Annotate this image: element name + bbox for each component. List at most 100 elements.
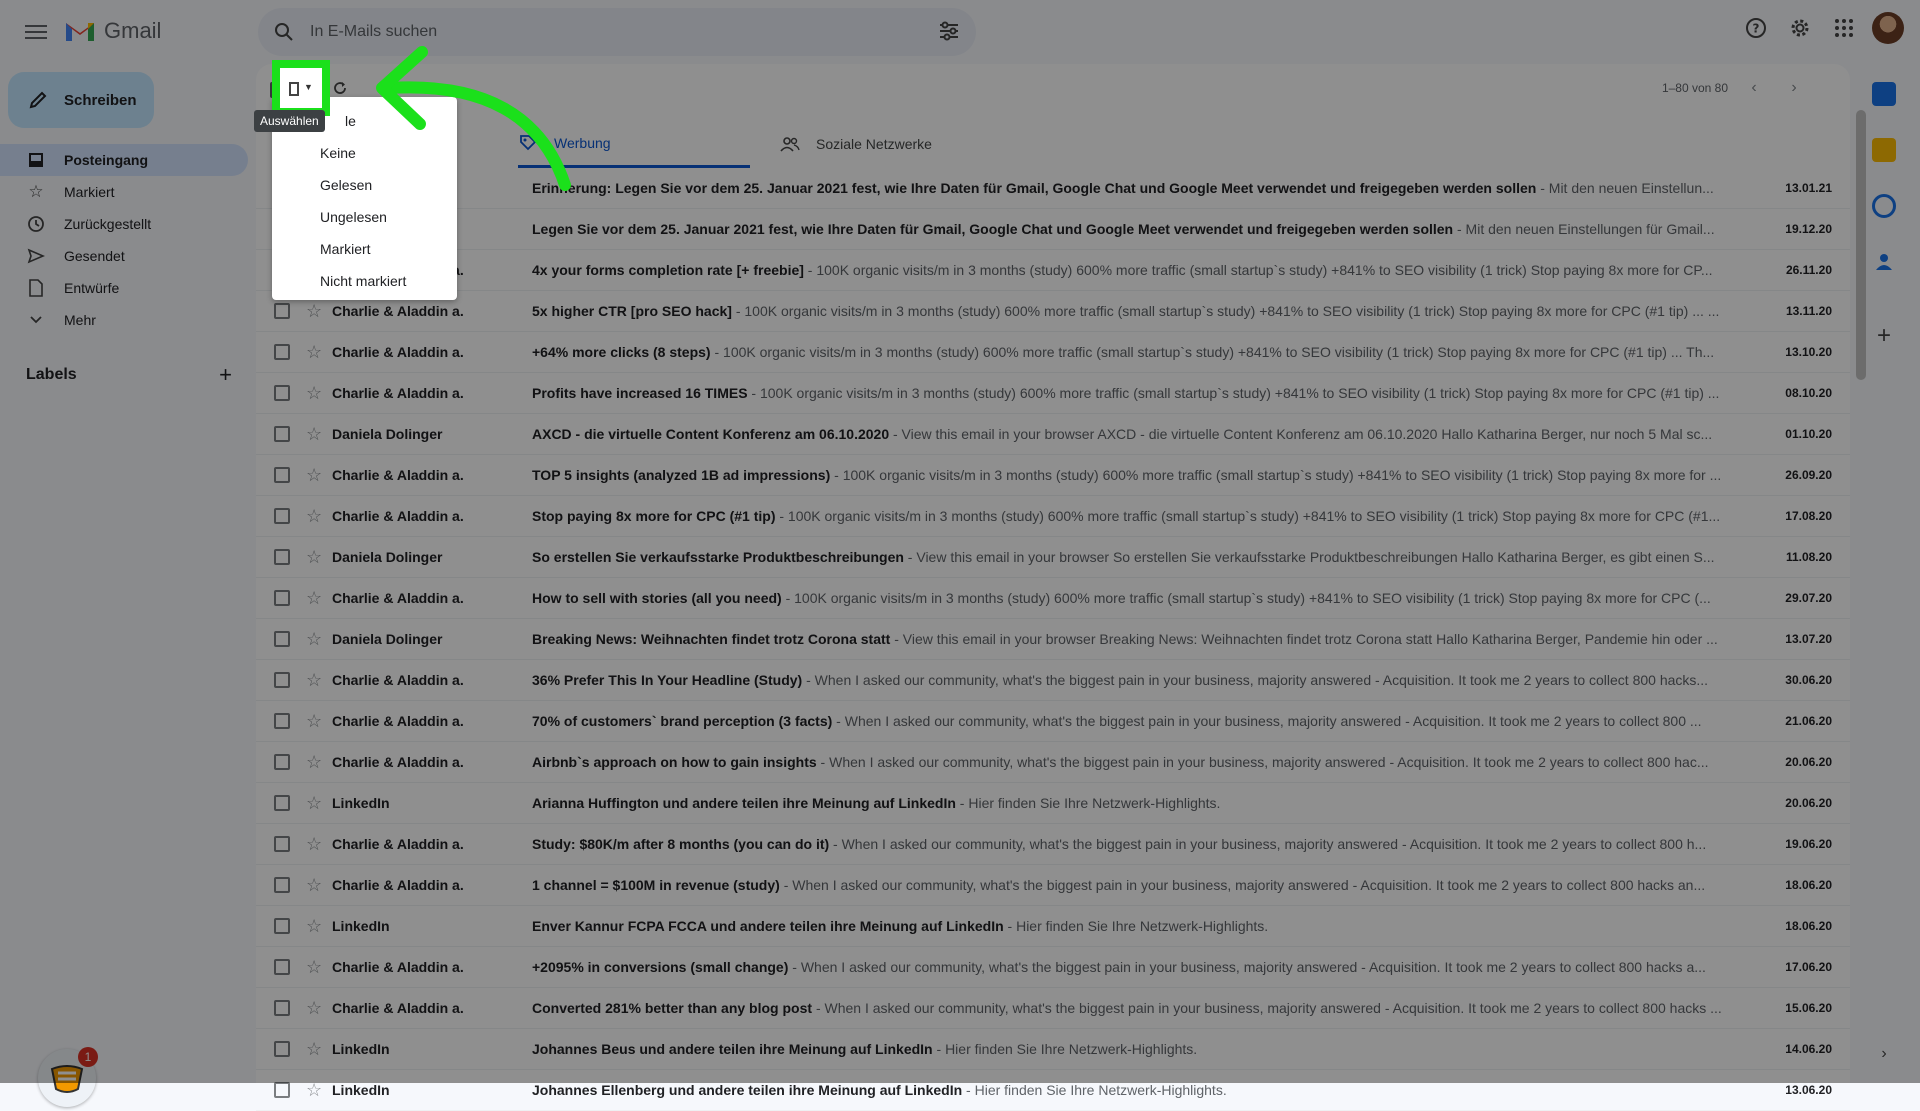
row-checkbox[interactable]: [274, 877, 290, 893]
sidebar-item-snoozed[interactable]: Zurückgestellt: [0, 208, 248, 240]
table-row[interactable]: ☆Legen Sie vor dem 25. Januar 2021 fest,…: [256, 209, 1850, 250]
row-checkbox[interactable]: [274, 549, 290, 565]
row-checkbox[interactable]: [274, 467, 290, 483]
apps-button[interactable]: [1828, 12, 1860, 44]
calendar-icon[interactable]: [1872, 82, 1896, 106]
row-checkbox[interactable]: [274, 795, 290, 811]
row-checkbox[interactable]: [274, 918, 290, 934]
row-checkbox[interactable]: [274, 344, 290, 360]
sidebar-item-starred[interactable]: ☆ Markiert: [0, 176, 248, 208]
sidebar-item-more[interactable]: Mehr: [0, 304, 248, 336]
row-checkbox[interactable]: [274, 385, 290, 401]
table-row[interactable]: ☆ Charlie & Aladdin a. Converted 281% bett…: [256, 988, 1850, 1029]
tab-soziale-netzwerke[interactable]: Soziale Netzwerke: [780, 120, 932, 168]
email-sender: LinkedIn: [332, 918, 390, 934]
star-icon[interactable]: ☆: [306, 752, 322, 773]
star-icon[interactable]: ☆: [306, 793, 322, 814]
row-checkbox[interactable]: [274, 836, 290, 852]
keep-icon[interactable]: [1872, 138, 1896, 162]
table-row[interactable]: ☆ Charlie & Aladdin a. 1 channel = $100M i…: [256, 865, 1850, 906]
next-page-button[interactable]: ›: [1782, 76, 1806, 100]
main-menu-button[interactable]: [20, 16, 52, 48]
star-icon[interactable]: ☆: [306, 998, 322, 1019]
star-icon[interactable]: ☆: [306, 424, 322, 445]
row-checkbox[interactable]: [274, 1082, 290, 1098]
table-row[interactable]: ☆ Daniela Dolinger So erstellen Sie verkau…: [256, 537, 1850, 578]
row-checkbox[interactable]: [274, 1041, 290, 1057]
menu-item-nicht-markiert[interactable]: Nicht markiert: [272, 265, 457, 297]
prev-page-button[interactable]: ‹: [1742, 76, 1766, 100]
contacts-icon[interactable]: [1872, 250, 1896, 274]
menu-item-ungelesen[interactable]: Ungelesen: [272, 201, 457, 233]
star-icon[interactable]: ☆: [306, 506, 322, 527]
star-icon[interactable]: ☆: [306, 547, 322, 568]
star-icon[interactable]: ☆: [306, 834, 322, 855]
row-checkbox[interactable]: [274, 959, 290, 975]
email-subject: Stop paying 8x more for CPC (#1 tip): [532, 508, 776, 524]
account-avatar[interactable]: [1872, 12, 1904, 44]
star-icon[interactable]: ☆: [306, 342, 322, 363]
table-row[interactable]: ☆ Charlie & Aladdin a. +2095% in conversio…: [256, 947, 1850, 988]
row-checkbox[interactable]: [274, 508, 290, 524]
star-icon[interactable]: ☆: [306, 1039, 322, 1060]
row-checkbox[interactable]: [274, 426, 290, 442]
email-date: 13.01.21: [1785, 181, 1832, 195]
table-row[interactable]: ☆ Daniela Dolinger AXCD - die virtuelle Co…: [256, 414, 1850, 455]
table-row[interactable]: ☆ Charlie & Aladdin a. Profits have increa…: [256, 373, 1850, 414]
table-row[interactable]: ☆ Charlie & Aladdin a. Stop paying 8x more…: [256, 496, 1850, 537]
tasks-icon[interactable]: [1872, 194, 1896, 218]
table-row[interactable]: ☆ Charlie & Aladdin a. Airbnb`s approach o…: [256, 742, 1850, 783]
row-checkbox[interactable]: [274, 303, 290, 319]
table-row[interactable]: ☆ Charlie & Aladdin a. 70% of customers` b…: [256, 701, 1850, 742]
star-icon[interactable]: ☆: [306, 301, 322, 322]
help-button[interactable]: ?: [1740, 12, 1772, 44]
sidebar-item-sent[interactable]: Gesendet: [0, 240, 248, 272]
row-checkbox[interactable]: [274, 590, 290, 606]
add-addon-icon[interactable]: +: [1872, 324, 1896, 348]
star-icon[interactable]: ☆: [306, 916, 322, 937]
table-row[interactable]: ☆ Charlie & Aladdin a. 5x higher CTR [pro …: [256, 291, 1850, 332]
star-icon[interactable]: ☆: [306, 670, 322, 691]
row-checkbox[interactable]: [274, 754, 290, 770]
extension-button[interactable]: 1: [38, 1047, 98, 1107]
star-icon[interactable]: ☆: [306, 875, 322, 896]
row-checkbox[interactable]: [274, 672, 290, 688]
tutorial-highlight-box[interactable]: ▼: [272, 60, 330, 116]
app-name: Gmail: [104, 18, 162, 43]
menu-item-markiert[interactable]: Markiert: [272, 233, 457, 265]
table-row[interactable]: ☆ LinkedIn Arianna Huffington und andere t…: [256, 783, 1850, 824]
email-date: 21.06.20: [1785, 714, 1832, 728]
select-checkbox[interactable]: [289, 82, 299, 96]
table-row[interactable]: ☆ LinkedIn Enver Kannur FCPA FCCA und ande…: [256, 906, 1850, 947]
table-row[interactable]: ☆ Charlie & Aladdin a. Study: $80K/m after…: [256, 824, 1850, 865]
table-row[interactable]: ☆Charlie & Aladdin a.4x your forms compl…: [256, 250, 1850, 291]
star-icon[interactable]: ☆: [306, 465, 322, 486]
table-row[interactable]: ☆ Charlie & Aladdin a. TOP 5 insights (ana…: [256, 455, 1850, 496]
table-row[interactable]: ☆ Charlie & Aladdin a. +64% more clicks (8…: [256, 332, 1850, 373]
star-icon[interactable]: ☆: [306, 629, 322, 650]
settings-button[interactable]: [1784, 12, 1816, 44]
sidebar-item-inbox[interactable]: Posteingang: [0, 144, 248, 176]
sidebar-item-drafts[interactable]: Entwürfe: [0, 272, 248, 304]
row-checkbox[interactable]: [274, 1000, 290, 1016]
menu-item-label: Ungelesen: [320, 209, 387, 225]
caret-down-icon[interactable]: ▼: [304, 82, 313, 92]
gmail-logo[interactable]: Gmail: [64, 18, 161, 44]
table-row[interactable]: ☆ Charlie & Aladdin a. 36% Prefer This In …: [256, 660, 1850, 701]
star-icon[interactable]: ☆: [306, 711, 322, 732]
table-row[interactable]: ☆ Daniela Dolinger Breaking News: Weihnach…: [256, 619, 1850, 660]
table-row[interactable]: ☆ LinkedIn Johannes Ellenberg und andere t…: [256, 1070, 1850, 1111]
expand-panel-icon[interactable]: ›: [1872, 1042, 1896, 1066]
search-input[interactable]: [308, 22, 912, 42]
add-label-button[interactable]: +: [219, 362, 232, 388]
search-options-icon[interactable]: [938, 20, 960, 42]
star-icon[interactable]: ☆: [306, 383, 322, 404]
star-icon[interactable]: ☆: [306, 957, 322, 978]
side-panel: + ›: [1850, 64, 1920, 1083]
table-row[interactable]: ☆ Charlie & Aladdin a. How to sell with st…: [256, 578, 1850, 619]
star-icon[interactable]: ☆: [306, 588, 322, 609]
table-row[interactable]: ☆ LinkedIn Johannes Beus und andere teilen…: [256, 1029, 1850, 1070]
compose-button[interactable]: Schreiben: [8, 72, 154, 128]
row-checkbox[interactable]: [274, 631, 290, 647]
row-checkbox[interactable]: [274, 713, 290, 729]
